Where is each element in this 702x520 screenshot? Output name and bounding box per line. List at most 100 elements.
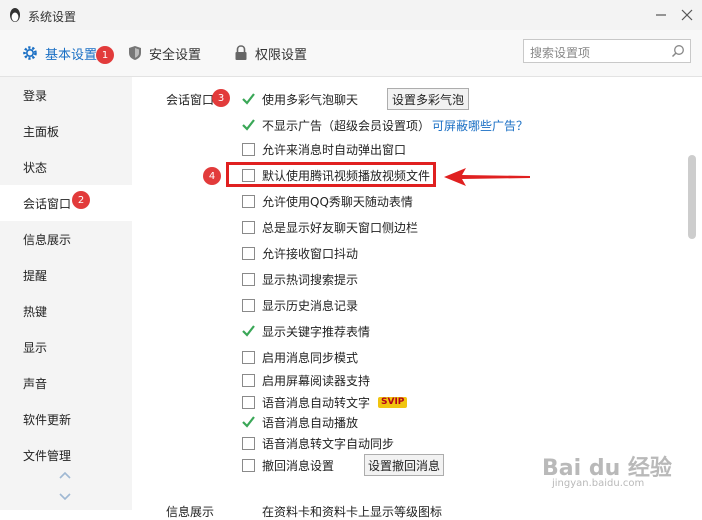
search-placeholder: 搜索设置项 <box>530 46 591 60</box>
option-label: 不显示广告（超级会员设置项） <box>262 118 431 133</box>
checkmark-icon <box>242 118 255 131</box>
sidebar-item-label: 信息展示 <box>23 232 72 247</box>
tab-label: 基本设置 <box>45 47 98 63</box>
option-hide-ads[interactable]: 不显示广告（超级会员设置项） <box>242 116 430 134</box>
checkbox[interactable] <box>242 458 255 472</box>
search-input[interactable]: 搜索设置项 <box>523 39 691 63</box>
search-icon[interactable] <box>671 44 685 58</box>
red-arrow-icon <box>444 168 530 186</box>
option-label: 语音消息转文字自动同步 <box>262 436 395 451</box>
tab-label: 权限设置 <box>255 47 308 63</box>
checkbox-checked[interactable] <box>242 92 255 106</box>
checkbox[interactable] <box>242 194 255 208</box>
tab-basic-settings[interactable]: 基本设置 <box>22 43 97 63</box>
set-bubble-button[interactable]: 设置多彩气泡 <box>387 88 469 110</box>
scrollbar-thumb[interactable] <box>688 155 696 239</box>
checkbox[interactable] <box>242 246 255 260</box>
option-auto-popup[interactable]: 允许来消息时自动弹出窗口 <box>242 140 406 158</box>
option-label: 语音消息自动转文字 <box>262 395 371 410</box>
option-voice-sync[interactable]: 语音消息转文字自动同步 <box>242 434 394 452</box>
sidebar: 登录 主面板 状态 会话窗口 信息展示 提醒 热键 显示 声音 软件更新 文件管… <box>0 77 132 510</box>
option-qqshow-emote[interactable]: 允许使用QQ秀聊天随动表情 <box>242 192 413 210</box>
ads-info-link[interactable]: 可屏蔽哪些广告？ <box>432 117 528 134</box>
sidebar-item-info-display[interactable]: 信息展示 <box>0 221 132 257</box>
option-label: 显示关键字推荐表情 <box>262 324 371 339</box>
option-label: 总是显示好友聊天窗口侧边栏 <box>262 220 419 235</box>
option-sidebar[interactable]: 总是显示好友聊天窗口侧边栏 <box>242 218 418 236</box>
option-label: 显示热词搜索提示 <box>262 272 359 287</box>
sidebar-item-display[interactable]: 显示 <box>0 329 132 365</box>
checkbox-checked[interactable] <box>242 415 255 429</box>
tab-permission-settings[interactable]: 权限设置 <box>234 43 307 63</box>
sidebar-item-label: 显示 <box>23 340 48 355</box>
option-label: 使用多彩气泡聊天 <box>262 92 359 107</box>
sidebar-item-label: 软件更新 <box>23 412 72 427</box>
option-sync-mode[interactable]: 启用消息同步模式 <box>242 348 358 366</box>
checkbox[interactable] <box>242 220 255 234</box>
sidebar-item-label: 主面板 <box>23 124 60 139</box>
checkmark-icon <box>242 92 255 105</box>
option-voice-autoplay[interactable]: 语音消息自动播放 <box>242 413 358 431</box>
minimize-icon[interactable] <box>652 6 670 24</box>
next-section-option: 在资料卡和资料卡上显示等级图标 <box>262 505 443 519</box>
checkbox[interactable] <box>242 298 255 312</box>
tab-label: 安全设置 <box>149 47 202 63</box>
checkbox[interactable] <box>242 142 255 156</box>
sidebar-item-label: 声音 <box>23 376 48 391</box>
gear-icon <box>23 46 37 60</box>
checkbox[interactable] <box>242 272 255 286</box>
content-panel: 会话窗口 使用多彩气泡聊天 设置多彩气泡 不显示广告（超级会员设置项） 可屏蔽哪… <box>132 77 702 519</box>
option-label: 允许接收窗口抖动 <box>262 246 359 261</box>
set-recall-button[interactable]: 设置撤回消息 <box>364 454 444 476</box>
tab-security-settings[interactable]: 安全设置 <box>128 43 201 63</box>
option-history[interactable]: 显示历史消息记录 <box>242 296 358 314</box>
option-hot-search[interactable]: 显示热词搜索提示 <box>242 270 358 288</box>
checkbox[interactable] <box>242 350 255 364</box>
qq-penguin-icon <box>10 8 20 22</box>
option-keyword-emoji[interactable]: 显示关键字推荐表情 <box>242 322 370 340</box>
option-voice-to-text[interactable]: 语音消息自动转文字 SVIP <box>242 393 408 411</box>
sidebar-item-software-update[interactable]: 软件更新 <box>0 401 132 437</box>
sidebar-item-label: 会话窗口 <box>23 196 72 211</box>
checkmark-icon <box>242 415 255 428</box>
sidebar-item-login[interactable]: 登录 <box>0 77 132 113</box>
sidebar-item-label: 状态 <box>23 160 48 175</box>
shield-icon <box>129 46 141 60</box>
option-colorful-bubble[interactable]: 使用多彩气泡聊天 <box>242 90 358 108</box>
checkbox[interactable] <box>242 436 255 450</box>
annotation-badge: 4 <box>203 167 221 185</box>
option-recall[interactable]: 撤回消息设置 <box>242 456 334 474</box>
watermark-url: jingyan.baidu.com <box>552 478 645 489</box>
option-screen-reader[interactable]: 启用屏幕阅读器支持 <box>242 371 370 389</box>
highlight-box <box>226 162 436 187</box>
sidebar-scroll-arrows-icon[interactable] <box>58 466 72 506</box>
sidebar-item-sound[interactable]: 声音 <box>0 365 132 401</box>
option-label: 显示历史消息记录 <box>262 298 359 313</box>
svip-badge: SVIP <box>378 396 408 408</box>
annotation-badge: 1 <box>96 46 114 64</box>
section-label: 会话窗口 <box>166 93 215 107</box>
checkbox-checked[interactable] <box>242 118 255 132</box>
option-label: 允许使用QQ秀聊天随动表情 <box>262 194 413 209</box>
annotation-badge: 3 <box>212 89 230 107</box>
option-label: 启用消息同步模式 <box>262 350 359 365</box>
sidebar-item-chat-window[interactable]: 会话窗口 <box>0 185 132 221</box>
sidebar-item-label: 热键 <box>23 304 48 319</box>
option-label: 允许来消息时自动弹出窗口 <box>262 142 407 157</box>
sidebar-item-status[interactable]: 状态 <box>0 149 132 185</box>
checkbox-checked[interactable] <box>242 324 255 338</box>
sidebar-item-reminder[interactable]: 提醒 <box>0 257 132 293</box>
checkbox[interactable] <box>242 395 255 409</box>
option-window-shake[interactable]: 允许接收窗口抖动 <box>242 244 358 262</box>
sidebar-item-main-panel[interactable]: 主面板 <box>0 113 132 149</box>
window-title: 系统设置 <box>28 10 77 24</box>
sidebar-item-hotkey[interactable]: 热键 <box>0 293 132 329</box>
option-label: 启用屏幕阅读器支持 <box>262 373 371 388</box>
sidebar-item-label: 文件管理 <box>23 448 72 463</box>
option-label: 语音消息自动播放 <box>262 415 359 430</box>
close-icon[interactable] <box>678 6 696 24</box>
checkbox[interactable] <box>242 373 255 387</box>
next-section-label: 信息展示 <box>166 505 215 519</box>
checkmark-icon <box>242 324 255 337</box>
annotation-badge: 2 <box>72 191 90 209</box>
